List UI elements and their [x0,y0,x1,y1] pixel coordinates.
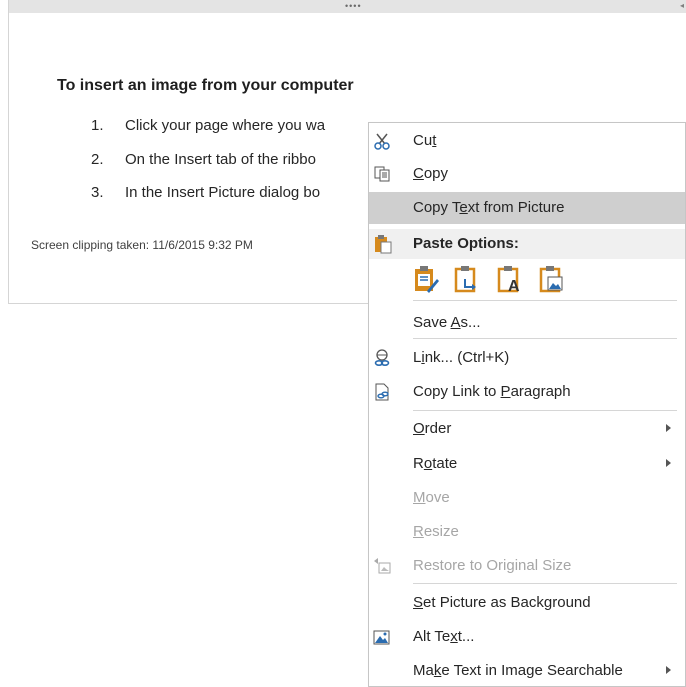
paste-icon [375,235,392,254]
menu-separator [413,338,677,339]
menu-item-label: Restore to Original Size [413,557,572,574]
paste-options-label: Paste Options: [413,235,519,252]
restore-size-icon [374,558,391,574]
menu-item-label: Alt Text... [413,628,475,645]
paste-picture-icon[interactable] [539,265,565,293]
menu-item-label: Copy Link to Paragraph [413,383,571,400]
menu-item-label: Copy Text from Picture [413,199,565,216]
menu-item-label: Link... (Ctrl+K) [413,349,510,366]
menu-item-make-text-searchable[interactable]: Make Text in Image Searchable [369,655,685,687]
menu-item-label: Resize [413,523,459,540]
clipping-top-bar: •••• ◂ [9,0,686,13]
copy-icon [374,166,390,182]
alt-text-icon [373,630,390,645]
submenu-arrow-icon [666,459,671,467]
menu-item-order[interactable]: Order [369,413,685,445]
menu-separator [413,300,677,301]
menu-item-label: Cut [413,132,437,149]
submenu-arrow-icon [666,666,671,674]
link-icon [374,349,390,367]
menu-item-alt-text[interactable]: Alt Text... [369,621,685,653]
menu-item-label: Order [413,420,452,437]
paste-text-only-icon[interactable]: A [497,265,523,293]
menu-item-link[interactable]: Link... (Ctrl+K) [369,342,685,374]
paste-merge-icon[interactable] [454,265,480,293]
menu-item-save-as[interactable]: Save As... [369,307,685,339]
scissors-icon [374,133,390,150]
menu-item-label: Save As... [413,314,481,331]
paste-options-header: Paste Options: [369,229,685,259]
clipping-caption: Screen clipping taken: 11/6/2015 9:32 PM [31,238,253,252]
menu-item-resize: Resize [369,516,685,548]
menu-separator [413,583,677,584]
paste-keep-formatting-icon[interactable] [413,265,439,293]
context-menu: Cut Copy Copy Text from Picture Paste Op… [368,122,686,687]
menu-item-label: Rotate [413,455,458,472]
menu-item-rotate[interactable]: Rotate [369,448,685,480]
svg-text:A: A [508,278,520,293]
clipping-heading: To insert an image from your computer [57,77,354,94]
menu-item-cut[interactable]: Cut [369,125,685,157]
menu-item-move: Move [369,482,685,514]
drag-grip-icon[interactable]: •••• [345,1,362,11]
menu-item-set-picture-as-background[interactable]: Set Picture as Background [369,587,685,619]
menu-item-copy-text-from-picture[interactable]: Copy Text from Picture [369,192,685,224]
menu-item-copy-link-to-paragraph[interactable]: Copy Link to Paragraph [369,376,685,408]
clipping-step: 3. In the Insert Picture dialog bo [91,184,321,201]
clipping-step: 2. On the Insert tab of the ribbo [91,151,316,168]
submenu-arrow-icon [666,424,671,432]
menu-item-copy[interactable]: Copy [369,158,685,190]
menu-item-restore-original-size: Restore to Original Size [369,550,685,582]
menu-item-label: Make Text in Image Searchable [413,662,623,679]
menu-separator [413,410,677,411]
menu-item-label: Move [413,489,450,506]
page-link-icon [375,383,389,401]
menu-item-label: Copy [413,165,449,182]
clipping-step: 1. Click your page where you wa [91,117,326,134]
menu-item-label: Set Picture as Background [413,594,591,611]
scroll-arrow-icon: ◂ [679,1,684,10]
